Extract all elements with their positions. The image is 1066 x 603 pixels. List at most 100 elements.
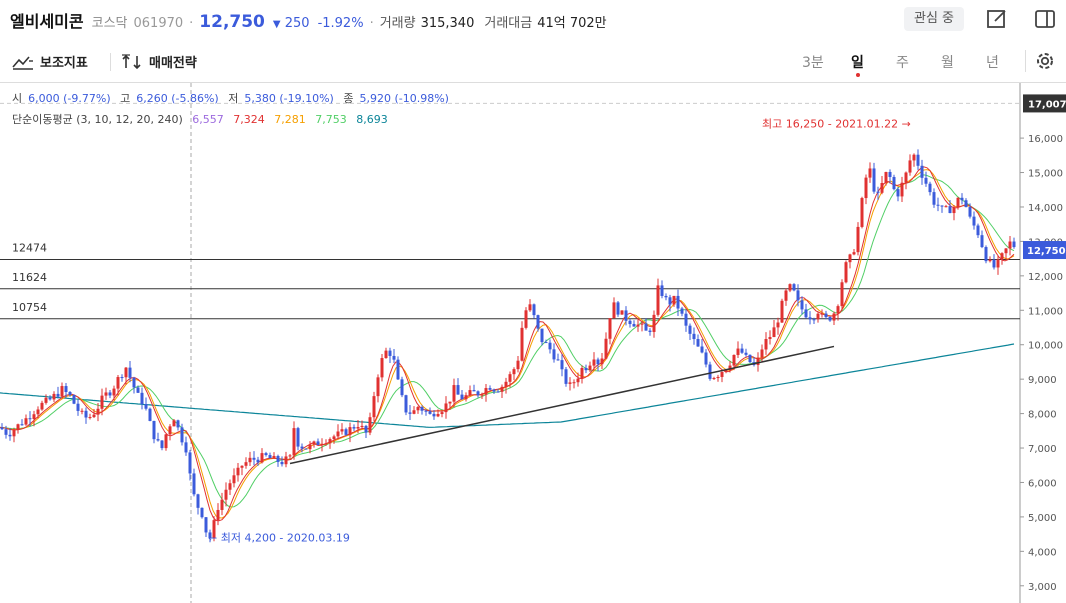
candle-down [456, 385, 460, 395]
candle-down [472, 390, 476, 392]
candle-down [108, 392, 112, 396]
candle-down [300, 446, 304, 449]
candle-down [700, 346, 704, 353]
candle-up [716, 376, 720, 379]
candle-down [140, 392, 144, 405]
candle-up [368, 417, 372, 433]
candle-up [172, 420, 176, 427]
candle-down [812, 319, 816, 321]
candle-down [392, 355, 396, 360]
high-label: 고 [120, 92, 131, 105]
candle-up [416, 407, 420, 411]
candle-up [860, 198, 864, 227]
y-tick-label: 7,000 [1028, 444, 1057, 455]
candle-down [688, 325, 692, 334]
candle-down [980, 235, 984, 248]
candle-up [168, 426, 172, 435]
candle-up [776, 322, 780, 328]
candle-down [544, 342, 548, 344]
candle-up [880, 183, 884, 193]
candle-up [764, 339, 768, 350]
candle-up [232, 475, 236, 484]
high-annotation: 최고 16,250 - 2021.01.22 → [762, 117, 911, 130]
candle-up [376, 377, 380, 397]
candle-up [712, 378, 716, 380]
candle-down [28, 418, 32, 420]
candle-up [448, 401, 452, 404]
candle-up [608, 318, 612, 339]
candle-up [592, 359, 596, 366]
candle-up [1008, 241, 1012, 249]
candle-down [596, 359, 600, 365]
candle-up [44, 397, 48, 403]
candle-down [496, 391, 500, 393]
candle-down [84, 410, 88, 418]
candle-up [320, 443, 324, 445]
candle-down [396, 359, 400, 380]
candle-down [460, 394, 464, 400]
candle-down [892, 176, 896, 190]
y-tick-label: 16,000 [1028, 134, 1063, 145]
y-tick-label: 9,000 [1028, 375, 1057, 386]
candle-up [228, 483, 232, 490]
candle-up [720, 371, 724, 377]
candle-up [868, 168, 872, 178]
candle-down [992, 259, 996, 268]
candle-up [524, 310, 528, 328]
candle-down [200, 507, 204, 518]
candle-up [576, 378, 580, 383]
candle-up [908, 160, 912, 173]
candle-up [588, 365, 592, 371]
candle-up [780, 300, 784, 323]
candle-down [196, 494, 200, 508]
candle-down [624, 310, 628, 321]
candle-up [1000, 253, 1004, 260]
candle-down [432, 413, 436, 417]
candle-down [8, 434, 12, 437]
candle-down [552, 349, 556, 360]
low-value: 5,380 (-19.10%) [244, 92, 334, 105]
horizontal-line-label: 12474 [12, 242, 47, 255]
candle-down [264, 453, 268, 456]
candle-up [116, 377, 120, 389]
candle-down [296, 428, 300, 447]
candle-down [872, 168, 876, 192]
candle-up [380, 358, 384, 378]
candle-down [1012, 241, 1016, 248]
candle-up [672, 295, 676, 305]
candle-up [236, 467, 240, 476]
candle-down [984, 247, 988, 262]
candle-up [600, 358, 604, 365]
candle-up [484, 388, 488, 395]
candle-down [668, 297, 672, 305]
candle-down [276, 455, 280, 462]
candle-up [656, 285, 660, 315]
candle-down [660, 285, 664, 296]
y-tick-label: 11,000 [1028, 306, 1063, 317]
candle-down [400, 379, 404, 396]
candle-down [420, 407, 424, 411]
candle-up [40, 402, 44, 410]
candle-down [960, 197, 964, 201]
candle-down [804, 309, 808, 318]
candle-down [748, 354, 752, 363]
candle-up [996, 259, 1000, 268]
y-tick-label: 8,000 [1028, 410, 1057, 421]
candle-up [312, 441, 316, 445]
candle-down [796, 290, 800, 301]
ma-row: 단순이동평균 (3, 10, 12, 20, 240) 6,557 7,324 … [12, 111, 394, 127]
candle-up [12, 429, 16, 437]
candle-down [916, 154, 920, 166]
candle-down [252, 457, 256, 460]
candle-down [156, 439, 160, 441]
y-tick-label: 10,000 [1028, 341, 1063, 352]
candle-up [436, 414, 440, 417]
candle-up [88, 417, 92, 419]
candle-down [344, 429, 348, 435]
candle-down [56, 393, 60, 397]
candle-down [680, 308, 684, 314]
candle-down [648, 330, 652, 332]
candle-up [508, 374, 512, 382]
candle-down [664, 295, 668, 298]
candle-up [332, 436, 336, 440]
